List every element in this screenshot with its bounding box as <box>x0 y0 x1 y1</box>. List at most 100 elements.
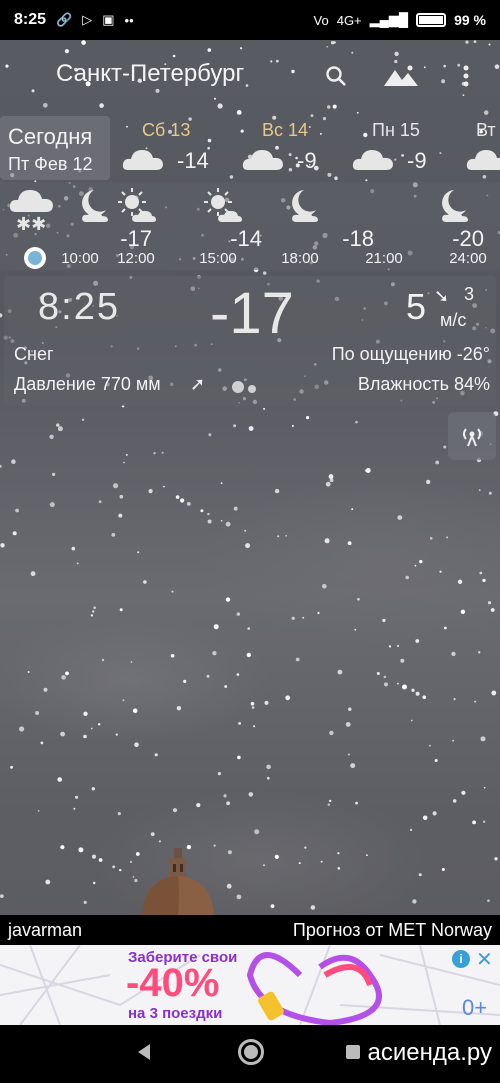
radar-button[interactable] <box>448 412 496 460</box>
sun-cloud-icon <box>118 188 156 222</box>
snowflake <box>134 878 138 883</box>
snowflake <box>291 425 294 427</box>
cloud-icon <box>352 150 393 170</box>
hour-temp: -18 <box>342 226 374 251</box>
condition-text: Снег <box>14 344 54 364</box>
moon-cloud-icon <box>442 190 468 222</box>
day-item[interactable]: Сб 13 -14 <box>122 118 242 180</box>
snowflake <box>298 862 301 865</box>
snowflake <box>263 271 267 275</box>
snowflake <box>441 868 445 871</box>
snowflake <box>285 695 291 701</box>
snowflake <box>415 639 420 643</box>
snowflake <box>233 424 237 428</box>
back-icon[interactable] <box>136 1043 152 1061</box>
more-notifications-icon: •• <box>124 12 134 28</box>
snowflake <box>478 489 481 491</box>
snowflake <box>244 529 247 532</box>
home-icon[interactable] <box>238 1039 264 1065</box>
ad-info-icon[interactable]: i <box>452 950 470 968</box>
hourly-forecast[interactable]: ✱✱ -17 -14 -18 -20 10:00 12:00 15:00 18:… <box>0 182 500 270</box>
snowflake <box>474 700 477 703</box>
snowflake <box>337 867 341 870</box>
snowflake <box>225 521 231 527</box>
ad-close-icon[interactable]: ✕ <box>476 947 493 972</box>
snowflake <box>123 461 125 464</box>
snowflake <box>422 815 428 821</box>
day-today[interactable]: Сегодня Пт Фев 12 <box>0 116 110 180</box>
snowflake <box>414 564 417 567</box>
search-icon[interactable] <box>322 62 350 90</box>
battery-percent: 99 % <box>454 12 486 28</box>
snowflake <box>439 570 442 573</box>
snowflake <box>158 840 161 843</box>
snowflake <box>212 651 217 656</box>
pressure-trend-icon: ➚ <box>190 374 206 394</box>
snowflake <box>397 682 399 685</box>
snowflake <box>422 695 427 699</box>
ad-age-rating: 0+ <box>462 995 488 1020</box>
snowflake <box>98 858 103 862</box>
snowflake <box>329 478 334 483</box>
snowflake <box>329 730 334 736</box>
play-store-icon: ▷ <box>82 12 93 27</box>
snowflake <box>432 811 437 816</box>
snowflake <box>226 883 232 889</box>
snowflake <box>488 491 492 495</box>
more-vert-icon[interactable] <box>452 62 480 90</box>
snowflake <box>224 685 228 688</box>
snowflake <box>237 755 241 760</box>
forecast-source[interactable]: Прогноз от MET Norway <box>293 920 492 941</box>
today-label: Сегодня <box>8 124 93 149</box>
day-item[interactable]: Вс 14 -9 <box>242 118 362 180</box>
day-name: Сб 13 <box>142 120 191 140</box>
window-icon: ▣ <box>102 12 115 27</box>
snowflake <box>143 580 147 584</box>
snowflake <box>90 614 94 617</box>
photo-credit-bar: javarman Прогноз от MET Norway <box>0 915 500 945</box>
snowflake <box>382 618 386 623</box>
photo-author[interactable]: javarman <box>8 920 82 941</box>
snowflake <box>71 546 76 551</box>
snowflake <box>435 460 440 465</box>
snowflake <box>482 820 486 823</box>
snowflake <box>337 669 343 675</box>
current-conditions-panel[interactable]: 8:25 -17 5 ➘ 3 м/с Снег По ощущению -26°… <box>4 276 496 406</box>
snowflake <box>383 675 387 679</box>
snowflake <box>251 706 255 709</box>
moon-cloud-icon <box>292 190 318 222</box>
snowflake <box>452 799 457 803</box>
snowflake <box>19 726 25 732</box>
snowflake <box>236 673 240 676</box>
recents-icon[interactable] <box>346 1045 360 1059</box>
snowflake <box>163 485 165 488</box>
snowflake <box>60 731 65 737</box>
snowflake <box>83 734 87 739</box>
ad-banner[interactable]: Заберите свои -40% на 3 поездки i ✕ 0+ <box>0 945 500 1025</box>
snowflake <box>226 801 231 806</box>
snowflake <box>57 777 62 782</box>
day-item[interactable]: Вт <box>456 118 500 180</box>
snowflake <box>478 651 481 654</box>
svg-text:✱✱: ✱✱ <box>16 214 46 235</box>
snowflake <box>12 531 17 536</box>
status-time: 8:25 <box>14 11 47 28</box>
snowflake <box>134 742 139 747</box>
snowflake <box>250 701 255 706</box>
snowflake <box>112 865 116 869</box>
day-item[interactable]: Пн 15 -9 <box>352 118 472 180</box>
snowflake <box>180 498 185 503</box>
snowflake <box>93 881 96 885</box>
snowflake <box>83 900 87 905</box>
snowflake <box>397 515 403 520</box>
ad-map-background <box>0 945 500 1025</box>
snowflake <box>91 854 97 859</box>
snowflake <box>52 472 56 476</box>
snowflake <box>274 854 279 860</box>
system-navigation-bar: асиенда.ру <box>0 1025 500 1083</box>
snowflake <box>132 708 138 714</box>
snowflake <box>115 733 118 736</box>
landscape-icon[interactable] <box>382 62 420 90</box>
city-title[interactable]: Санкт-Петербург <box>56 60 244 88</box>
snowflake <box>351 508 354 511</box>
